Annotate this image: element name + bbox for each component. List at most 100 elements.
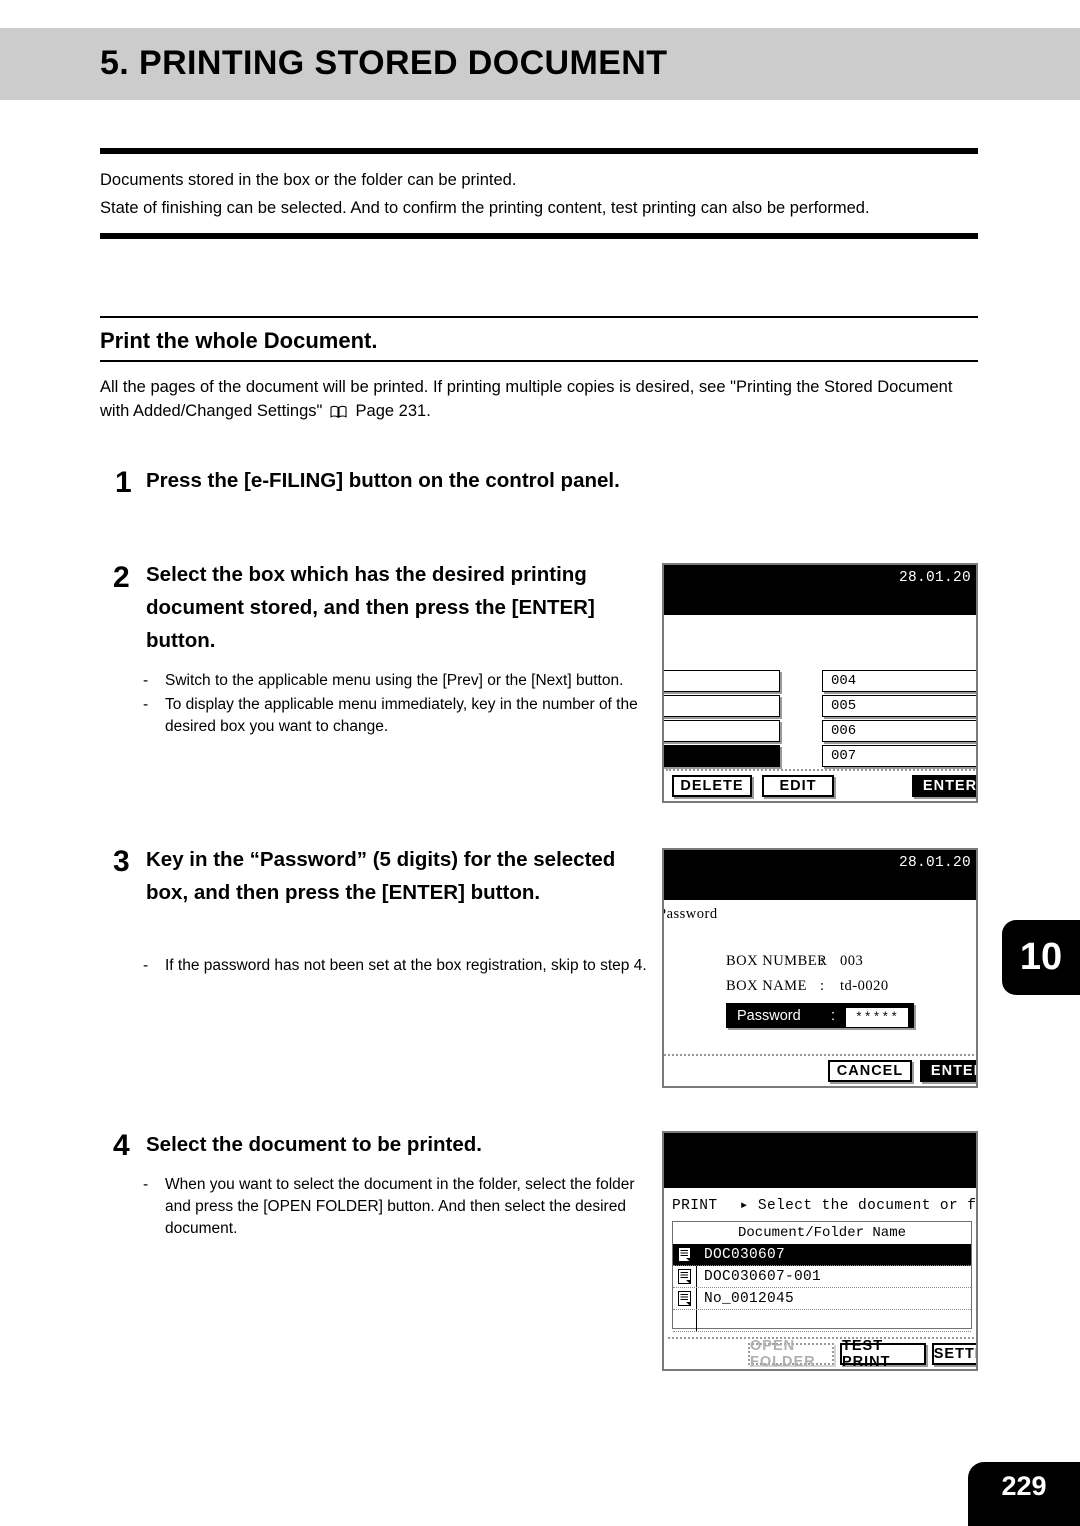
chapter-tab-label: 10 bbox=[1019, 936, 1063, 978]
enter-button[interactable]: ENTER bbox=[912, 775, 978, 797]
section-rule-top bbox=[100, 316, 978, 318]
box-list-row-left-4-selected[interactable] bbox=[664, 745, 780, 767]
edit-button[interactable]: EDIT bbox=[762, 775, 834, 797]
table-row-empty[interactable] bbox=[673, 1310, 971, 1332]
bullet-text: Switch to the applicable menu using the … bbox=[165, 672, 624, 689]
cancel-button[interactable]: CANCEL bbox=[828, 1060, 912, 1082]
screen-label-password: Password bbox=[662, 906, 718, 922]
password-input-label: Password bbox=[737, 1007, 801, 1024]
box-list-row-005[interactable]: 005 bbox=[822, 695, 976, 717]
delete-button-label: DELETE bbox=[680, 778, 744, 794]
lcd-screen-password[interactable]: 28.01.20 Password BOX NUMBER : 003 BOX N… bbox=[662, 848, 978, 1088]
step-3-title: Key in the “Password” (5 digits) for the… bbox=[146, 848, 616, 904]
box-number-colon: : bbox=[820, 953, 825, 969]
box-list-row-004[interactable]: 004 bbox=[822, 670, 976, 692]
document-icon bbox=[673, 1266, 697, 1287]
page-number: 229 bbox=[1001, 1471, 1047, 1501]
enter-button-label: ENTER bbox=[922, 778, 978, 794]
intro-line-1: Documents stored in the box or the folde… bbox=[100, 171, 517, 189]
table-column-header: Document/Folder Name bbox=[673, 1222, 971, 1245]
bullet-text: To display the applicable menu immediate… bbox=[165, 696, 638, 735]
intro-rule-bottom bbox=[100, 233, 978, 239]
section-body-text: All the pages of the document will be pr… bbox=[100, 378, 953, 420]
password-input[interactable]: Password : ***** bbox=[726, 1003, 914, 1028]
box-number-label: 005 bbox=[831, 698, 857, 714]
bullet-dash: - bbox=[143, 672, 149, 689]
intro-line-2: State of finishing can be selected. And … bbox=[100, 199, 870, 217]
step-2-title: Select the box which has the desired pri… bbox=[146, 563, 595, 652]
step-2-bullets: - Switch to the applicable menu using th… bbox=[138, 670, 654, 740]
step-4-bullet-1: - When you want to select the document i… bbox=[138, 1174, 652, 1240]
column-header-label: Document/Folder Name bbox=[737, 1225, 907, 1241]
step-4-bullets: - When you want to select the document i… bbox=[138, 1174, 652, 1242]
lcd-date: 28.01.20 bbox=[898, 570, 971, 586]
step-4-title: Select the document to be printed. bbox=[146, 1133, 483, 1156]
page-number-block: 229 bbox=[968, 1462, 1080, 1526]
cancel-button-label: CANCEL bbox=[836, 1063, 904, 1079]
table-row[interactable]: No_0012045 bbox=[673, 1288, 971, 1310]
document-icon bbox=[673, 1288, 697, 1309]
box-list-row-left-1[interactable] bbox=[664, 670, 780, 692]
bullet-dash: - bbox=[143, 957, 149, 974]
enter-button-label: ENTER bbox=[930, 1063, 976, 1079]
step-1-number: 1 bbox=[115, 466, 132, 499]
step-3-bullet-1: - If the password has not been set at th… bbox=[138, 955, 648, 977]
lcd-screen-document-list[interactable]: PRINT ▸ Select the document or folder Do… bbox=[662, 1131, 978, 1371]
lcd-screen-box-list[interactable]: 28.01.20 004 005 006 007 DELETE EDIT ENT… bbox=[662, 563, 978, 803]
section-body-pageref: Page 231. bbox=[355, 402, 431, 420]
document-table[interactable]: Document/Folder Name DOC030607 DOC030607… bbox=[672, 1221, 972, 1332]
status-message: Select the document or folder bbox=[757, 1198, 977, 1214]
edit-button-label: EDIT bbox=[779, 778, 817, 794]
password-input-colon: : bbox=[831, 1007, 836, 1024]
intro-rule-top bbox=[100, 148, 978, 154]
box-list-row-left-2[interactable] bbox=[664, 695, 780, 717]
table-row[interactable]: DOC030607 bbox=[673, 1244, 971, 1266]
settings-button-label: SETTINGS bbox=[933, 1346, 976, 1362]
document-name: DOC030607-001 bbox=[704, 1268, 822, 1285]
section-heading: Print the whole Document. bbox=[100, 328, 378, 353]
lcd-button-separator bbox=[664, 1054, 976, 1056]
settings-button[interactable]: SETTINGS bbox=[932, 1343, 976, 1365]
box-number-value: 003 bbox=[840, 953, 864, 969]
open-folder-button-label: OPEN FOLDER bbox=[750, 1338, 816, 1370]
status-mode: PRINT bbox=[672, 1198, 718, 1214]
lcd-button-separator bbox=[666, 769, 976, 771]
step-4-number: 4 bbox=[113, 1129, 130, 1162]
step-2-bullet-1: - Switch to the applicable menu using th… bbox=[138, 670, 654, 692]
open-folder-button[interactable]: OPEN FOLDER bbox=[748, 1338, 834, 1369]
enter-button[interactable]: ENTER bbox=[920, 1060, 976, 1082]
test-print-button-label: TEST PRINT bbox=[842, 1338, 891, 1370]
box-list-row-006[interactable]: 006 bbox=[822, 720, 976, 742]
empty-icon-cell bbox=[673, 1310, 697, 1331]
test-print-button[interactable]: TEST PRINT bbox=[840, 1338, 926, 1369]
status-arrow-icon: ▸ bbox=[739, 1198, 749, 1214]
bullet-dash: - bbox=[143, 1176, 149, 1193]
document-icon bbox=[673, 1244, 697, 1265]
step-3-number: 3 bbox=[113, 845, 130, 878]
box-name-colon: : bbox=[820, 978, 825, 994]
lcd-title-bar bbox=[664, 1133, 976, 1188]
box-number-label: 006 bbox=[831, 723, 857, 739]
box-name-value: td-0020 bbox=[840, 978, 889, 994]
box-list-row-007[interactable]: 007 bbox=[822, 745, 976, 767]
step-2-bullet-2: - To display the applicable menu immedia… bbox=[138, 694, 654, 738]
page-title: 5. PRINTING STORED DOCUMENT bbox=[100, 44, 668, 82]
delete-button[interactable]: DELETE bbox=[672, 775, 752, 797]
section-rule-bottom bbox=[100, 360, 978, 362]
box-number-label: 007 bbox=[831, 748, 857, 764]
bullet-text: When you want to select the document in … bbox=[165, 1176, 635, 1237]
bullet-text: If the password has not been set at the … bbox=[165, 957, 647, 974]
step-2-number: 2 bbox=[113, 561, 130, 594]
box-list-row-left-3[interactable] bbox=[664, 720, 780, 742]
document-name: No_0012045 bbox=[704, 1290, 795, 1307]
step-1-title: Press the [e-FILING] button on the contr… bbox=[146, 469, 620, 492]
step-3-bullets: - If the password has not been set at th… bbox=[138, 955, 648, 979]
table-row[interactable]: DOC030607-001 bbox=[673, 1266, 971, 1288]
bullet-dash: - bbox=[143, 696, 149, 713]
password-input-value: ***** bbox=[845, 1007, 909, 1028]
open-book-icon bbox=[330, 401, 347, 425]
section-body: All the pages of the document will be pr… bbox=[100, 375, 980, 425]
document-name: DOC030607 bbox=[704, 1246, 786, 1263]
status-line: PRINT ▸ Select the document or folder bbox=[672, 1197, 977, 1214]
lcd-date: 28.01.20 bbox=[898, 855, 971, 871]
